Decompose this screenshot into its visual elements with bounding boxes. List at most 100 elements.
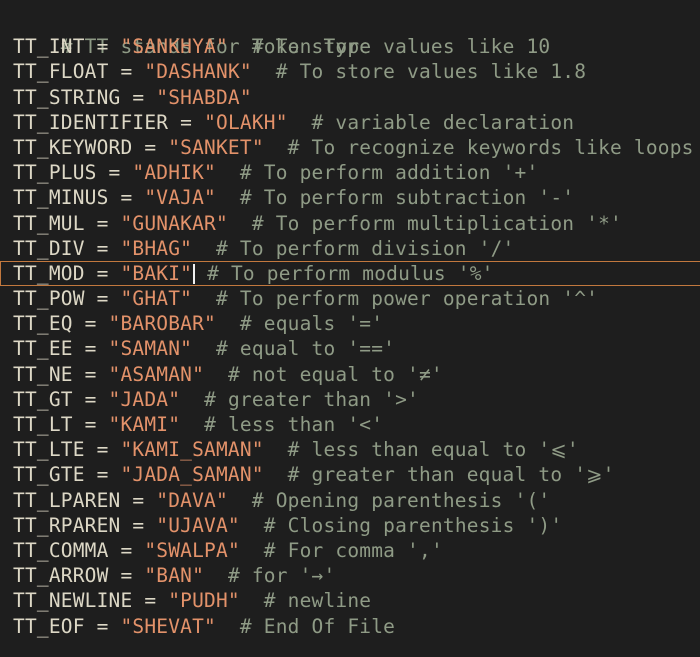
token-comment: # To perform division '/' bbox=[216, 236, 515, 260]
code-line[interactable]: TT_STRING = "SHABDA" bbox=[0, 85, 700, 110]
token-constant-name: TT_NE bbox=[13, 362, 73, 386]
token-constant-name: TT_PLUS bbox=[13, 161, 97, 185]
code-line[interactable]: TT_MUL = "GUNAKAR" # To perform multipli… bbox=[0, 211, 700, 236]
token-comment: # To perform modulus '%' bbox=[207, 261, 494, 285]
token-constant-name: TT_LT bbox=[13, 413, 73, 436]
token-string-value: "SHEVAT" bbox=[120, 614, 216, 638]
token-string-value: "BAKI" bbox=[120, 261, 193, 285]
code-line[interactable]: TT_ARROW = "BAN" # for '→' bbox=[0, 563, 700, 588]
token-constant-name: TT_FLOAT bbox=[13, 60, 109, 84]
code-editor[interactable]: # TT stands for Token Type TT_INT = "SAN… bbox=[0, 0, 700, 657]
token-constant-name: TT_EE bbox=[13, 337, 73, 361]
token-constant-name: TT_MINUS bbox=[13, 186, 109, 210]
code-line[interactable]: TT_KEYWORD = "SANKET" # To recognize key… bbox=[0, 135, 700, 160]
code-line[interactable]: TT_MINUS = "VAJA" # To perform subtracti… bbox=[0, 185, 700, 210]
token-string-value: "JADA" bbox=[108, 387, 181, 411]
token-constant-name: TT_COMMA bbox=[13, 538, 109, 562]
token-string-value: "JADA_SAMAN" bbox=[120, 463, 264, 487]
code-line[interactable]: TT_NEWLINE = "PUDH" # newline bbox=[0, 588, 700, 613]
token-comment: # newline bbox=[263, 589, 372, 613]
token-string-value: "BAROBAR" bbox=[108, 312, 216, 336]
token-string-value: "DAVA" bbox=[156, 488, 228, 512]
code-line[interactable]: TT_INT = "SANKHYA" # To store values lik… bbox=[0, 34, 700, 59]
token-string-value: "VAJA" bbox=[144, 186, 216, 210]
token-string-value: "OLAKH" bbox=[204, 110, 288, 134]
assignment-operator: = bbox=[132, 589, 169, 613]
token-string-value: "GUNAKAR" bbox=[120, 211, 228, 235]
assignment-operator: = bbox=[108, 186, 145, 210]
code-line[interactable]: TT_IDENTIFIER = "OLAKH" # variable decla… bbox=[0, 110, 700, 135]
code-line[interactable]: TT_GTE = "JADA_SAMAN" # greater than equ… bbox=[0, 462, 700, 487]
token-comment: # equal to '==' bbox=[216, 337, 396, 361]
token-comment: # Closing parenthesis ')' bbox=[263, 513, 563, 537]
code-line[interactable]: TT_LPAREN = "DAVA" # Opening parenthesis… bbox=[0, 488, 700, 513]
code-line[interactable]: TT_LT = "KAMI" # less than '<' bbox=[0, 412, 700, 437]
code-line[interactable]: TT_EE = "SAMAN" # equal to '==' bbox=[0, 336, 700, 361]
code-line[interactable]: TT_PLUS = "ADHIK" # To perform addition … bbox=[0, 160, 700, 185]
code-line[interactable]: TT_COMMA = "SWALPA" # For comma ',' bbox=[0, 538, 700, 563]
code-line[interactable]: TT_RPAREN = "UJAVA" # Closing parenthesi… bbox=[0, 513, 700, 538]
token-string-value: "BAN" bbox=[144, 564, 205, 588]
token-string-value: "BHAG" bbox=[120, 236, 193, 260]
token-string-value: "DASHANK" bbox=[144, 60, 252, 84]
code-line-header[interactable]: # TT stands for Token Type bbox=[0, 9, 700, 58]
assignment-operator: = bbox=[84, 614, 121, 638]
code-line[interactable]: TT_DIV = "BHAG" # To perform division '/… bbox=[0, 236, 700, 261]
token-string-value: "ASAMAN" bbox=[108, 362, 205, 386]
token-comment: # not equal to '≠' bbox=[227, 362, 443, 386]
assignment-operator: = bbox=[168, 110, 205, 134]
token-constant-name: TT_LTE bbox=[13, 438, 85, 462]
token-constant-name: TT_GT bbox=[13, 387, 73, 411]
assignment-operator: = bbox=[84, 463, 121, 487]
token-comment: # To perform subtraction '-' bbox=[239, 186, 575, 210]
token-constant-name: TT_MUL bbox=[13, 211, 85, 235]
code-line[interactable]: TT_MOD = "BAKI" # To perform modulus '%' bbox=[0, 260, 700, 287]
code-line[interactable]: TT_POW = "GHAT" # To perform power opera… bbox=[0, 286, 700, 311]
token-constant-name: TT_GTE bbox=[13, 463, 85, 487]
token-constant-name: TT_MOD bbox=[13, 261, 85, 285]
token-constant-name: TT_ARROW bbox=[13, 564, 109, 588]
token-constant-name: TT_RPAREN bbox=[13, 513, 121, 537]
code-line[interactable]: TT_NE = "ASAMAN" # not equal to '≠' bbox=[0, 362, 700, 387]
token-string-value: "SHABDA" bbox=[156, 85, 252, 109]
assignment-operator: = bbox=[120, 513, 157, 537]
token-comment: # greater than '>' bbox=[204, 387, 419, 411]
assignment-operator: = bbox=[108, 60, 145, 84]
assignment-operator: = bbox=[84, 261, 121, 285]
token-comment: # To store values like 1.8 bbox=[275, 60, 587, 84]
token-string-value: "PUDH" bbox=[168, 589, 240, 613]
code-line[interactable]: TT_GT = "JADA" # greater than '>' bbox=[0, 387, 700, 412]
token-comment: # less than equal to '⩽' bbox=[287, 438, 579, 462]
assignment-operator: = bbox=[84, 236, 121, 260]
token-comment: # Opening parenthesis '(' bbox=[251, 488, 551, 512]
assignment-operator: = bbox=[84, 287, 121, 311]
token-comment: # For comma ',' bbox=[263, 538, 443, 562]
token-constant-name: TT_KEYWORD bbox=[13, 135, 133, 159]
token-string-value: "SAMAN" bbox=[108, 337, 193, 361]
code-line[interactable]: TT_LTE = "KAMI_SAMAN" # less than equal … bbox=[0, 437, 700, 462]
assignment-operator: = bbox=[72, 413, 109, 436]
token-constant-name: TT_EQ bbox=[13, 312, 73, 336]
token-constant-name: TT_POW bbox=[13, 287, 85, 311]
assignment-operator: = bbox=[108, 538, 145, 562]
token-string-value: "SANKET" bbox=[168, 135, 264, 159]
code-line[interactable]: TT_EQ = "BAROBAR" # equals '=' bbox=[0, 311, 700, 336]
token-comment: # less than '<' bbox=[204, 413, 384, 436]
code-line[interactable]: TT_FLOAT = "DASHANK" # To store values l… bbox=[0, 59, 700, 84]
code-line[interactable]: TT_EOF = "SHEVAT" # End Of File bbox=[0, 614, 700, 639]
